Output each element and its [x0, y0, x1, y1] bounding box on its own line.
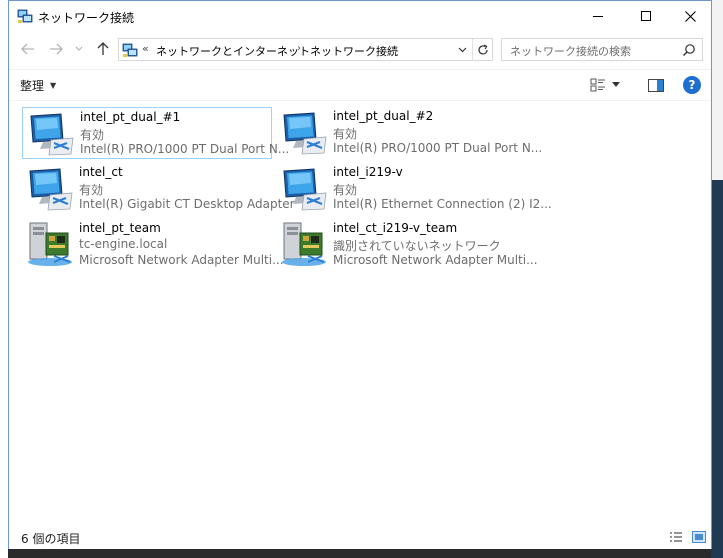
- status-bar: 6 個の項目: [9, 525, 711, 549]
- network-connections-window: ネットワーク接続 « ネットワークとインターネット › ネットワーク接続 ネット…: [8, 0, 712, 549]
- recent-locations-button[interactable]: [72, 39, 86, 59]
- search-placeholder: ネットワーク接続の検索: [510, 45, 631, 58]
- connection-name: intel_pt_dual_#1: [80, 110, 181, 124]
- forward-button[interactable]: [46, 39, 66, 59]
- connection-name: intel_pt_dual_#2: [333, 109, 434, 123]
- breadcrumb-arrow-icon[interactable]: ›: [297, 43, 301, 54]
- refresh-button[interactable]: [472, 39, 492, 60]
- connection-device: Intel(R) Ethernet Connection (2) I2...: [333, 197, 552, 211]
- up-arrow-icon: [97, 42, 109, 55]
- large-icons-view-toggle-icon[interactable]: [692, 531, 706, 543]
- caret-down-icon: ▼: [50, 81, 57, 90]
- organize-label: 整理: [20, 79, 45, 93]
- connection-item[interactable]: intel_ct 有効 Intel(R) Gigabit CT Desktop Ad…: [22, 163, 295, 215]
- connection-status: 有効: [79, 183, 104, 197]
- connection-device: Microsoft Network Adapter Multi...: [79, 253, 284, 267]
- connection-device: Intel(R) Gigabit CT Desktop Adapter: [79, 197, 295, 211]
- search-box[interactable]: ネットワーク接続の検索: [501, 38, 703, 61]
- minimize-icon: [593, 15, 603, 17]
- connection-status: 有効: [333, 127, 358, 141]
- connection-status: 有効: [80, 128, 105, 142]
- network-adapter-icon: [283, 112, 327, 155]
- connections-list: intel_pt_dual_#1 有効 Intel(R) PRO/1000 PT D…: [9, 100, 711, 524]
- address-bar[interactable]: « ネットワークとインターネット › ネットワーク接続: [118, 38, 493, 61]
- network-connections-icon: [17, 9, 33, 23]
- network-team-icon: [282, 222, 326, 266]
- connection-status: 有効: [333, 183, 358, 197]
- breadcrumb-network-and-internet[interactable]: ネットワークとインターネット: [156, 43, 310, 59]
- connection-item[interactable]: intel_pt_dual_#1 有効 Intel(R) PRO/1000 PT D…: [22, 107, 289, 159]
- change-view-button[interactable]: [590, 76, 626, 94]
- background-window-left: [0, 0, 8, 558]
- connection-name: intel_pt_team: [79, 221, 161, 235]
- maximize-icon: [641, 11, 651, 21]
- minimize-button[interactable]: [575, 1, 621, 31]
- connection-device: Microsoft Network Adapter Multi...: [333, 253, 538, 267]
- preview-pane-icon: [648, 78, 664, 92]
- back-arrow-icon: [21, 43, 34, 55]
- close-button[interactable]: [667, 1, 713, 31]
- item-count: 6 個の項目: [21, 532, 81, 546]
- connection-status: tc-engine.local: [79, 237, 168, 251]
- network-team-icon: [28, 222, 72, 266]
- back-button[interactable]: [18, 39, 38, 59]
- background-window-right: [711, 0, 723, 558]
- connection-item[interactable]: intel_pt_dual_#2 有効 Intel(R) PRO/1000 PT D…: [276, 107, 542, 159]
- maximize-button[interactable]: [623, 1, 669, 31]
- organize-button[interactable]: 整理 ▼: [20, 77, 56, 94]
- details-view-toggle-icon[interactable]: [669, 531, 683, 543]
- help-button[interactable]: ?: [683, 76, 701, 94]
- connection-name: intel_ct: [79, 165, 123, 179]
- connection-item[interactable]: intel_pt_team tc-engine.local Microsoft Ne…: [22, 219, 284, 271]
- network-adapter-icon: [30, 113, 74, 156]
- command-bar: 整理 ▼ ?: [9, 69, 711, 99]
- connection-item[interactable]: intel_i219-v 有効 Intel(R) Ethernet Connecti…: [276, 163, 552, 215]
- window-title: ネットワーク接続: [38, 11, 135, 25]
- connection-device: Intel(R) PRO/1000 PT Dual Port N...: [333, 141, 543, 155]
- network-connections-icon: [122, 43, 138, 57]
- title-bar: ネットワーク接続: [9, 1, 711, 32]
- forward-arrow-icon: [50, 43, 63, 55]
- details-view-icon: [590, 78, 605, 92]
- connection-name: intel_i219-v: [333, 165, 403, 179]
- address-overflow-button[interactable]: «: [142, 42, 149, 55]
- connection-name: intel_ct_i219-v_team: [333, 221, 458, 235]
- address-dropdown-button[interactable]: [453, 39, 471, 60]
- chevron-down-icon: [75, 46, 83, 51]
- connection-device: Intel(R) PRO/1000 PT Dual Port N...: [80, 142, 290, 156]
- chevron-down-icon: [612, 82, 620, 87]
- close-icon: [684, 10, 696, 22]
- network-adapter-icon: [29, 168, 73, 211]
- connection-status: 識別されていないネットワーク: [333, 239, 501, 253]
- breadcrumb-network-connections[interactable]: ネットワーク接続: [310, 43, 398, 59]
- chevron-down-icon: [458, 47, 466, 52]
- connection-item[interactable]: intel_ct_i219-v_team 識別されていないネットワーク Micros…: [276, 219, 538, 271]
- network-adapter-icon: [283, 168, 327, 211]
- search-icon: [683, 44, 695, 56]
- refresh-icon: [477, 43, 488, 55]
- preview-pane-button[interactable]: [647, 76, 665, 94]
- up-button[interactable]: [93, 39, 113, 59]
